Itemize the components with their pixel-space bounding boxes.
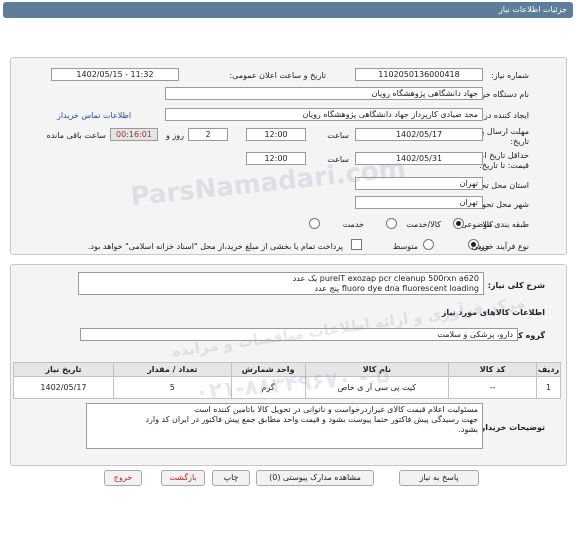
cell-unit: گرم xyxy=(230,376,306,399)
treasury-checkbox[interactable] xyxy=(351,239,362,250)
summary-box: pureIT exozap pcr cleanup 500rxn a620 یک… xyxy=(78,272,484,295)
process-option-medium: متوسط xyxy=(392,242,418,251)
treasury-note: پرداخت تمام یا بخشی از مبلغ خرید،از محل … xyxy=(87,242,343,251)
cell-name: کیت پی سی آر ی خاص xyxy=(304,376,450,399)
goods-group-field: دارو، پزشکی و سلامت xyxy=(80,328,518,341)
price-validity-date-field: 1402/05/31 xyxy=(355,152,483,165)
col-row: ردیف xyxy=(536,362,561,377)
need-number-label: شماره نیاز: xyxy=(491,71,529,80)
remaining-label: ساعت باقی مانده xyxy=(46,131,106,140)
reply-deadline-label-date: تاریخ: xyxy=(510,137,529,146)
category-radio-goods[interactable] xyxy=(453,218,464,229)
buyer-org-field: جهاد دانشگاهی پژوهشگاه رویان xyxy=(165,87,483,100)
price-validity-time-label: ساعت xyxy=(327,155,349,164)
category-option-goods: کالا xyxy=(482,220,493,229)
process-radio-medium[interactable] xyxy=(423,239,434,250)
print-button[interactable]: چاپ xyxy=(212,470,250,486)
price-validity-time-field: 12:00 xyxy=(246,152,306,165)
announce-datetime-field: 1402/05/15 - 11:32 xyxy=(51,68,179,81)
col-unit: واحد شمارش xyxy=(230,362,306,377)
col-code: کد کالا xyxy=(448,362,538,377)
window-titlebar: جزئیات اطلاعات نیاز xyxy=(3,2,573,18)
buyer-notes-box: مسئولیت اعلام قیمت کالای غیرازدرخواست و … xyxy=(86,403,483,449)
summary-line-1: pureIT exozap pcr cleanup 500rxn a620 یک… xyxy=(292,274,479,283)
items-table: ردیف کد کالا نام کالا واحد شمارش تعداد /… xyxy=(13,362,561,399)
cell-row: 1 xyxy=(536,376,561,399)
category-label: طبقه بندی موضوعی: xyxy=(458,220,529,229)
back-button[interactable]: بازگشت xyxy=(161,470,205,486)
summary-line-2: fluoro dye dna fluorescent loading پنج ع… xyxy=(314,284,479,293)
reply-days-label: روز و xyxy=(166,131,184,140)
col-date: تاریخ نیاز xyxy=(13,362,114,377)
province-field: تهران xyxy=(355,177,483,190)
buyer-notes-label: توضیحات خریدار: xyxy=(477,423,545,432)
category-radio-service[interactable] xyxy=(309,218,320,229)
category-option-service: خدمت xyxy=(342,220,364,229)
requester-field: مجد صیادی کارپرداز جهاد دانشگاهی پژوهشگا… xyxy=(165,108,483,121)
remaining-timer: 00:16:01 xyxy=(110,128,158,141)
need-number-field: 1102050136000418 xyxy=(355,68,483,81)
col-qty: تعداد / مقدار xyxy=(112,362,232,377)
announce-datetime-label: تاریخ و ساعت اعلان عمومی: xyxy=(229,71,326,80)
items-heading: اطلاعات کالاهای مورد نیاز xyxy=(441,308,545,317)
items-table-header: ردیف کد کالا نام کالا واحد شمارش تعداد /… xyxy=(13,362,561,377)
cell-qty: 5 xyxy=(112,376,232,399)
category-radio-goods-service[interactable] xyxy=(386,218,397,229)
cell-date: 1402/05/17 xyxy=(13,376,114,399)
reply-button[interactable]: پاسخ به نیاز xyxy=(399,470,479,486)
summary-label: شرح کلی نیاز: xyxy=(487,281,545,290)
exit-button[interactable]: خروج xyxy=(104,470,142,486)
process-option-minor: جزیی xyxy=(471,242,490,251)
reply-deadline-time-field: 12:00 xyxy=(246,128,306,141)
price-validity-label-date: قیمت: تا تاریخ: xyxy=(479,161,529,170)
reply-deadline-time-label: ساعت xyxy=(327,131,349,140)
buyer-notes-line-1: مسئولیت اعلام قیمت کالای غیرازدرخواست و … xyxy=(193,405,478,414)
window-title: جزئیات اطلاعات نیاز xyxy=(498,5,567,14)
buyer-notes-line-3: بشود. xyxy=(458,425,478,434)
table-row: 1 -- کیت پی سی آر ی خاص گرم 5 1402/05/17 xyxy=(13,376,561,399)
category-option-goods-service: کالا/خدمت xyxy=(406,220,441,229)
cell-code: -- xyxy=(448,376,538,399)
city-field: تهران xyxy=(355,196,483,209)
reply-days-field: 2 xyxy=(188,128,228,141)
buyer-notes-line-2: جهت رسیدگی پیش فاکتور حتما پیوست بشود و … xyxy=(145,415,478,424)
buyer-contact-link[interactable]: اطلاعات تماس خریدار xyxy=(57,111,131,120)
reply-deadline-date-field: 1402/05/17 xyxy=(355,128,483,141)
col-name: نام کالا xyxy=(304,362,450,377)
view-attachments-button[interactable]: مشاهده مدارک پیوستی (0) xyxy=(256,470,374,486)
